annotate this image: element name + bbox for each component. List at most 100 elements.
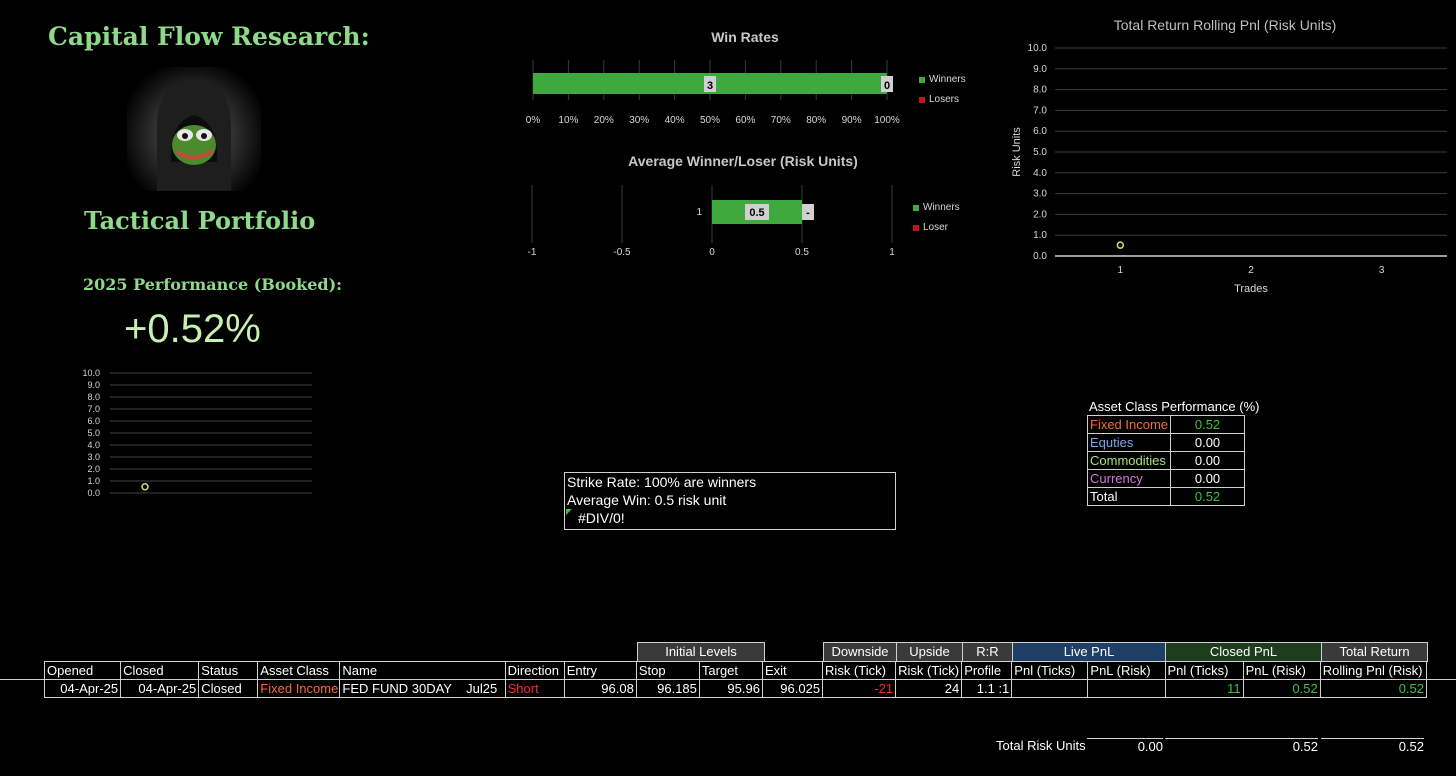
asset-row-commodities: Commodities 0.00: [1086, 451, 1245, 470]
roll-y-tick-label: 9.0: [1033, 64, 1047, 75]
legend-winners-avg: Winners: [913, 202, 960, 213]
col-header: Risk (Tick): [822, 661, 897, 680]
table-row[interactable]: 04-Apr-25 04-Apr-25 Closed Fixed Income …: [43, 679, 1428, 698]
win-x-tick-label: 100%: [874, 115, 900, 126]
brand-subtitle: Tactical Portfolio: [84, 206, 316, 235]
roll-y-axis-label: Risk Units: [1011, 127, 1023, 177]
avg-chart-legend: Winners Loser: [913, 202, 960, 233]
mini-y-tick-label: 1.0: [87, 476, 100, 486]
avg-loser-data-label: -: [806, 207, 810, 219]
performance-label: 2025 Performance (Booked):: [83, 275, 343, 294]
avg-x-tick-label: 0: [709, 247, 715, 258]
roll-x-axis-label: Trades: [1234, 283, 1268, 295]
col-header: Risk (Tick): [895, 661, 963, 680]
col-header: Asset Class: [257, 661, 341, 680]
avg-category-label: 1: [696, 207, 702, 218]
avg-x-tick-label: 0.5: [795, 247, 809, 258]
cell-risk-down[interactable]: -21: [822, 679, 897, 698]
win-x-tick-label: 40%: [665, 115, 685, 126]
legend-losers: Losers: [919, 94, 966, 105]
avg-winner-loser-title: Average Winner/Loser (Risk Units): [628, 153, 858, 169]
col-header: Name: [339, 661, 506, 680]
cell-opened[interactable]: 04-Apr-25: [43, 679, 122, 698]
mini-y-tick-label: 9.0: [87, 380, 100, 390]
col-header: PnL (Risk): [1242, 661, 1321, 680]
summary-textbox[interactable]: Strike Rate: 100% are winners Average Wi…: [564, 472, 896, 530]
roll-data-point: [1116, 241, 1125, 249]
win-rates-legend: Winners Losers: [919, 74, 966, 105]
col-header: Rolling Pnl (Risk): [1319, 661, 1428, 680]
win-x-tick-label: 80%: [806, 115, 826, 126]
col-header: Pnl (Ticks): [1011, 661, 1089, 680]
rolling-pnl-title: Total Return Rolling Pnl (Risk Units): [1113, 17, 1337, 33]
table-top-rule: [0, 679, 1456, 680]
mini-y-tick-label: 3.0: [87, 452, 100, 462]
cell-target[interactable]: 95.96: [698, 679, 763, 698]
col-header: Exit: [761, 661, 824, 680]
col-header: Stop: [635, 661, 700, 680]
hooded-frog-avatar-icon: [157, 79, 231, 191]
mini-y-tick-label: 8.0: [87, 392, 100, 402]
losers-data-label: 0: [884, 80, 890, 92]
avg-x-tick-label: -1: [528, 247, 537, 258]
col-header: Entry: [563, 661, 637, 680]
roll-y-tick-label: 8.0: [1033, 85, 1047, 96]
total-closed-value: 0.52: [1165, 738, 1318, 754]
cell-asset-class[interactable]: Fixed Income: [257, 679, 341, 698]
cell-risk-up[interactable]: 24: [895, 679, 963, 698]
roll-x-tick-label: 1: [1118, 265, 1124, 276]
mini-performance-chart: 10.0 9.0 8.0 7.0 6.0 5.0 4.0 3.0 2.0 1.0 0.0: [70, 366, 320, 501]
asset-row-currency: Currency 0.00: [1086, 469, 1245, 488]
group-header-total-return: Total Return: [1321, 642, 1428, 662]
winners-data-label: 3: [707, 80, 713, 92]
mini-y-tick-label: 0.0: [87, 488, 100, 498]
win-x-tick-label: 30%: [629, 115, 649, 126]
cell-direction[interactable]: Short: [504, 679, 565, 698]
cell-closed[interactable]: 04-Apr-25: [120, 679, 200, 698]
roll-y-tick-label: 1.0: [1033, 230, 1047, 241]
roll-y-tick-label: 6.0: [1033, 126, 1047, 137]
cell-status[interactable]: Closed: [198, 679, 259, 698]
total-rolling-value: 0.52: [1321, 738, 1424, 754]
roll-y-tick-label: 4.0: [1033, 168, 1047, 179]
error-text: #DIV/0!: [565, 509, 895, 527]
cell-live-ticks[interactable]: [1011, 679, 1089, 698]
win-x-tick-label: 60%: [735, 115, 755, 126]
asset-class-title: Asset Class Performance (%): [1089, 399, 1260, 414]
roll-y-tick-label: 5.0: [1033, 147, 1047, 158]
col-header: Status: [198, 661, 259, 680]
win-x-tick-label: 70%: [771, 115, 791, 126]
cell-live-risk[interactable]: [1087, 679, 1166, 698]
brand-title: Capital Flow Research:: [48, 22, 370, 51]
col-header: Profile: [961, 661, 1013, 680]
roll-x-tick-label: 2: [1248, 265, 1254, 276]
mini-y-tick-label: 5.0: [87, 428, 100, 438]
cell-stop[interactable]: 96.185: [635, 679, 700, 698]
cell-exit[interactable]: 96.025: [761, 679, 824, 698]
cell-rolling[interactable]: 0.52: [1319, 679, 1428, 698]
asset-class-table: Fixed Income 0.52 Equties 0.00 Commodities…: [1086, 415, 1245, 506]
win-x-tick-label: 90%: [842, 115, 862, 126]
total-live-value: 0.00: [1087, 738, 1163, 754]
win-x-tick-label: 50%: [700, 115, 720, 126]
roll-x-tick-label: 3: [1379, 265, 1385, 276]
group-header-downside: Downside: [823, 642, 897, 662]
mini-y-tick-label: 4.0: [87, 440, 100, 450]
col-header: Direction: [504, 661, 565, 680]
group-header-live-pnl: Live PnL: [1012, 642, 1166, 662]
cell-closed-risk[interactable]: 0.52: [1242, 679, 1321, 698]
group-header-initial-levels: Initial Levels: [637, 642, 765, 662]
win-rates-title: Win Rates: [711, 29, 779, 45]
roll-y-tick-label: 3.0: [1033, 189, 1047, 200]
mini-data-point: [141, 483, 149, 491]
asset-row-total: Total 0.52: [1086, 487, 1245, 506]
win-x-tick-label: 0%: [526, 115, 541, 126]
cell-entry[interactable]: 96.08: [563, 679, 637, 698]
total-risk-label: Total Risk Units: [996, 738, 1086, 753]
cell-closed-ticks[interactable]: 11: [1164, 679, 1244, 698]
col-header: Pnl (Ticks): [1164, 661, 1244, 680]
col-header: Opened: [43, 661, 122, 680]
cell-profile[interactable]: 1.1 :1: [961, 679, 1013, 698]
cell-name[interactable]: FED FUND 30DAY Jul25: [339, 679, 506, 698]
win-x-tick-label: 10%: [558, 115, 578, 126]
